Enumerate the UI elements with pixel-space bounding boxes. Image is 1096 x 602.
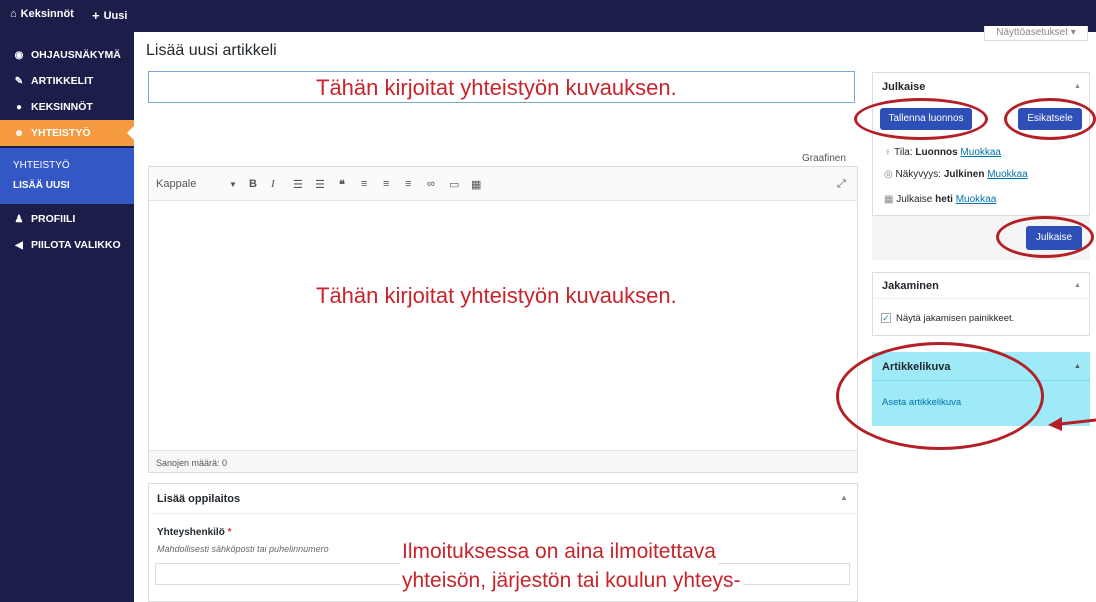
- edit-visibility-link[interactable]: Muokkaa: [987, 169, 1028, 180]
- site-name-link[interactable]: ⌂ Keksinnöt: [10, 8, 74, 20]
- lightbulb-icon: ●: [15, 101, 23, 113]
- word-count: Sanojen määrä: 0: [149, 450, 857, 472]
- user-icon: ♟: [14, 213, 24, 225]
- menu-item-dashboard[interactable]: ◉ OHJAUSNÄKYMÄ: [0, 42, 134, 68]
- blockquote-icon[interactable]: ❝: [339, 178, 345, 191]
- italic-icon[interactable]: I: [271, 178, 275, 190]
- page-title: Lisää uusi artikkeli: [146, 42, 277, 59]
- publish-collapse-icon[interactable]: ▲: [1074, 83, 1081, 90]
- show-sharing-label: Näytä jakamisen painikkeet.: [896, 313, 1015, 324]
- editor-toolbar: Kappale ▼ B I ☰ ☰ ❝ ≡ ≡ ≡ ∞ ▭ ▦ ⤢: [149, 167, 857, 201]
- contact-field-hint: Mahdollisesti sähköposti tai puhelinnume…: [157, 544, 329, 554]
- key-icon: ♀: [884, 147, 892, 158]
- status-row: ♀ Tila: Luonnos Muokkaa: [884, 147, 1001, 158]
- numbered-list-icon[interactable]: ☰: [315, 178, 325, 191]
- toolbar-toggle-icon[interactable]: ▦: [471, 178, 481, 191]
- dashboard-icon: ◉: [14, 49, 24, 61]
- annotation-ring-featured-image: [836, 342, 1044, 450]
- active-arrow-icon: [127, 126, 134, 140]
- menu-item-inventions[interactable]: ● KEKSINNÖT: [0, 94, 134, 120]
- menu-item-collapse[interactable]: ◀ PIILOTA VALIKKO: [0, 232, 134, 258]
- bottom-annotation-line2: yhteisön, järjestön tai koulun yhteys-: [400, 569, 743, 593]
- people-icon: ☻: [13, 127, 25, 139]
- align-center-icon[interactable]: ≡: [383, 178, 389, 190]
- align-right-icon[interactable]: ≡: [405, 178, 411, 190]
- editor-area[interactable]: [148, 166, 858, 473]
- publish-time-row: ▦ Julkaise heti Muokkaa: [884, 194, 997, 205]
- bold-icon[interactable]: B: [249, 178, 257, 190]
- annotation-ring-save-draft: [854, 98, 988, 140]
- publish-title: Julkaise: [882, 81, 926, 93]
- bullet-list-icon[interactable]: ☰: [293, 178, 303, 191]
- edit-status-link[interactable]: Muokkaa: [960, 147, 1001, 158]
- menu-item-cooperation[interactable]: ☻ YHTEISTYÖ: [0, 120, 134, 146]
- link-icon[interactable]: ∞: [427, 178, 435, 190]
- screen-options-button[interactable]: Näyttöasetukset ▾: [984, 26, 1088, 41]
- align-left-icon[interactable]: ≡: [361, 178, 367, 190]
- divider: [872, 298, 1090, 299]
- sharing-title: Jakaminen: [882, 280, 939, 292]
- pin-icon: ✎: [14, 75, 24, 87]
- menu-item-articles[interactable]: ✎ ARTIKKELIT: [0, 68, 134, 94]
- annotation-arrow-icon: [1048, 417, 1096, 431]
- home-icon: ⌂: [10, 8, 17, 20]
- submenu-item-add-new[interactable]: LISÄÄ UUSI: [13, 180, 70, 191]
- admin-menu: ◉ OHJAUSNÄKYMÄ ✎ ARTIKKELIT ● KEKSINNÖT …: [0, 32, 134, 602]
- collapse-arrow-icon[interactable]: ▲: [840, 493, 848, 502]
- calendar-icon: ▦: [884, 194, 894, 205]
- submenu: YHTEISTYÖ LISÄÄ UUSI: [0, 148, 134, 204]
- submenu-item-cooperation[interactable]: YHTEISTYÖ: [13, 160, 70, 171]
- metabox-title: Lisää oppilaitos: [157, 493, 241, 505]
- visibility-row: ◎ Näkyvyys: Julkinen Muokkaa: [884, 169, 1028, 180]
- bottom-annotation-line1: Ilmoituksessa on aina ilmoitettava: [400, 540, 718, 564]
- title-annotation: Tähän kirjoitat yhteistyön kuvauksen.: [316, 75, 677, 100]
- chevron-down-icon: ▼: [229, 180, 237, 189]
- format-select[interactable]: Kappale: [156, 178, 196, 190]
- admin-bar: ⌂ Keksinnöt + Uusi: [0, 0, 1096, 32]
- new-content-link[interactable]: + Uusi: [92, 8, 127, 23]
- collapse-icon: ◀: [15, 239, 23, 251]
- edit-date-link[interactable]: Muokkaa: [956, 194, 997, 205]
- annotation-ring-preview: [1004, 98, 1096, 140]
- tab-visual[interactable]: Graafinen: [802, 153, 846, 164]
- sharing-collapse-icon[interactable]: ▲: [1074, 282, 1081, 289]
- plus-icon: +: [92, 8, 100, 23]
- menu-item-profile[interactable]: ♟ PROFIILI: [0, 206, 134, 232]
- fullscreen-icon[interactable]: ⤢: [837, 178, 846, 191]
- featured-collapse-icon[interactable]: ▲: [1074, 363, 1081, 370]
- editor-annotation: Tähän kirjoitat yhteistyön kuvauksen.: [316, 283, 677, 308]
- divider: [148, 513, 858, 514]
- eye-icon: ◎: [884, 169, 893, 180]
- more-tag-icon[interactable]: ▭: [449, 178, 459, 191]
- contact-field-label: Yhteyshenkilö *: [157, 527, 232, 538]
- annotation-ring-publish: [996, 216, 1094, 258]
- show-sharing-checkbox[interactable]: ✓: [881, 313, 891, 323]
